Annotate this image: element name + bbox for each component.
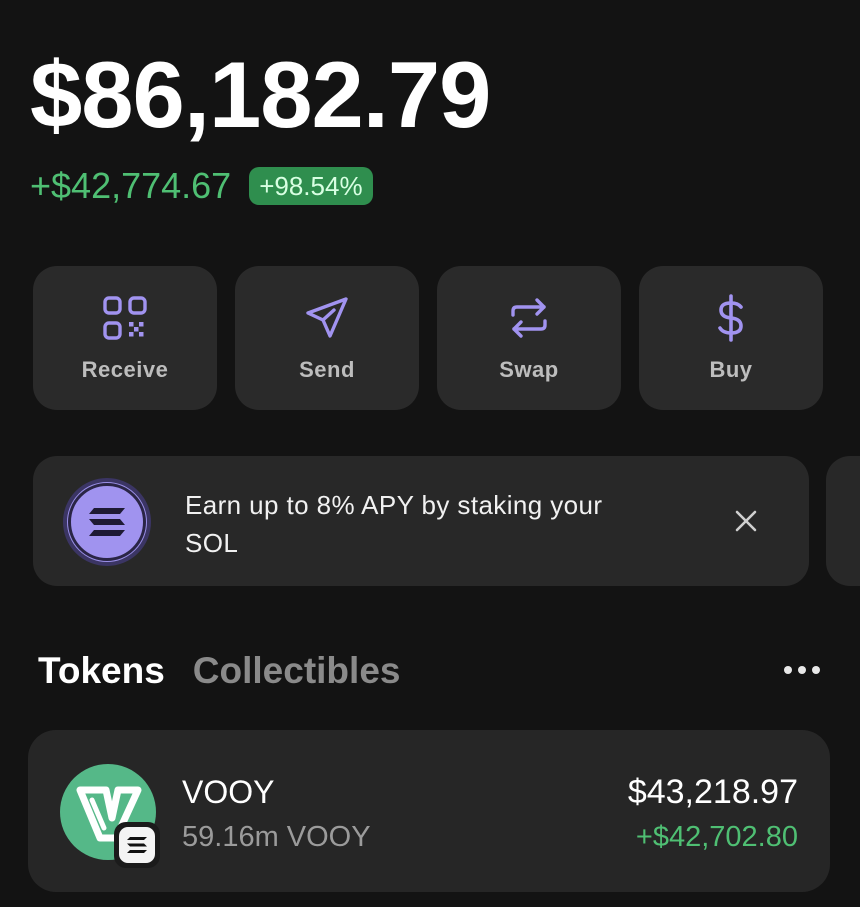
close-icon[interactable] [731, 506, 761, 536]
balance-change-percent-badge: +98.54% [249, 167, 373, 205]
dollar-icon [718, 294, 743, 342]
balance-change-amount: +$42,774.67 [30, 165, 232, 206]
solana-bars-icon [89, 508, 125, 536]
solana-icon-inner [68, 483, 146, 561]
tab-tokens[interactable]: Tokens [38, 648, 165, 694]
token-quantity: 59.16m VOOY [182, 821, 371, 853]
chain-badge-inner [119, 827, 155, 863]
swap-icon [511, 298, 547, 338]
more-horizontal-icon[interactable] [780, 660, 824, 680]
solana-chain-badge-icon [114, 822, 160, 868]
chain-bars-icon [127, 837, 147, 853]
buy-button[interactable]: Buy [639, 266, 823, 410]
wallet-screen: $86,182.79 +$42,774.67 +98.54% Receive S… [0, 0, 860, 907]
receive-button[interactable]: Receive [33, 266, 217, 410]
send-label: Send [299, 357, 355, 382]
token-change: +$42,702.80 [635, 821, 798, 853]
token-name: VOOY [182, 774, 275, 810]
send-icon [306, 297, 348, 338]
receive-label: Receive [81, 357, 169, 382]
buy-label: Buy [709, 357, 753, 382]
send-button[interactable]: Send [235, 266, 419, 410]
balance-change-row: +$42,774.67 +98.54% [30, 164, 373, 208]
staking-promo-banner[interactable]: Earn up to 8% APY by staking your SOL [33, 456, 809, 586]
promo-text: Earn up to 8% APY by staking your SOL [185, 490, 603, 558]
solana-icon [63, 478, 151, 566]
action-buttons: Receive Send Swap Buy [33, 266, 823, 410]
next-promo-card[interactable] [826, 456, 860, 586]
asset-tabs: Tokens Collectibles [38, 648, 400, 694]
qr-code-icon [103, 296, 147, 340]
swap-label: Swap [499, 357, 559, 382]
total-balance: $86,182.79 [30, 42, 491, 147]
tab-collectibles[interactable]: Collectibles [193, 648, 401, 694]
swap-button[interactable]: Swap [437, 266, 621, 410]
token-value: $43,218.97 [627, 773, 798, 811]
token-row[interactable]: VOOY 59.16m VOOY $43,218.97 +$42,702.80 [28, 730, 830, 892]
